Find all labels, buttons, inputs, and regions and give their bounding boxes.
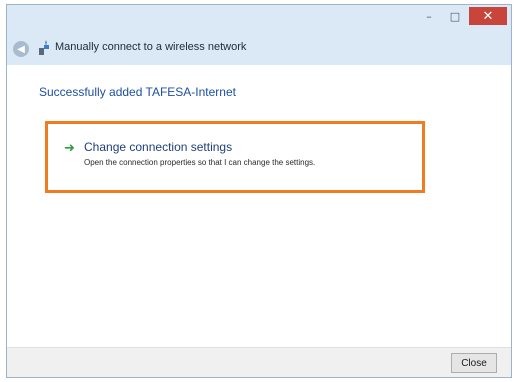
network-icon (39, 40, 49, 55)
dialog-footer: Close (7, 347, 511, 377)
back-button[interactable]: ◀ (13, 41, 29, 57)
change-connection-settings-option[interactable]: ➜ Change connection settings Open the co… (45, 121, 425, 193)
green-arrow-icon: ➜ (64, 141, 75, 156)
window-close-button[interactable]: ✕ (469, 7, 507, 25)
window-title: Manually connect to a wireless network (55, 41, 247, 53)
minimize-button[interactable]: – (417, 7, 441, 25)
dialog-window: – □ ✕ ◀ Manually connect to a wireless n… (6, 4, 512, 378)
option-description: Open the connection properties so that I… (84, 158, 316, 167)
status-message: Successfully added TAFESA-Internet (39, 85, 236, 99)
option-title: Change connection settings (84, 140, 233, 154)
close-button[interactable]: Close (451, 353, 497, 373)
maximize-button[interactable]: □ (443, 7, 467, 25)
title-bar: – □ ✕ ◀ Manually connect to a wireless n… (7, 5, 511, 65)
caption-buttons: – □ ✕ (417, 7, 507, 25)
back-arrow-icon: ◀ (17, 43, 25, 55)
